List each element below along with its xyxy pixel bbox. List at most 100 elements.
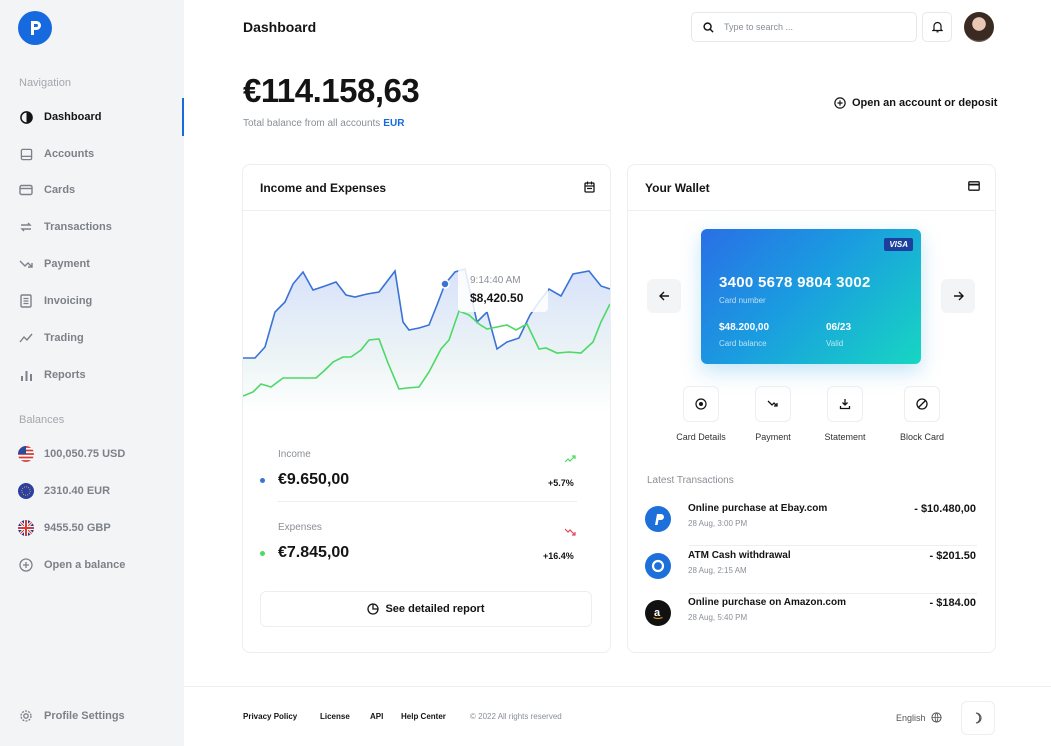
search-input[interactable]: Type to search ... [691,12,917,42]
open-balance-button[interactable]: Open a balance [0,550,184,580]
sidebar-item-reports[interactable]: Reports [0,360,184,390]
transaction-row[interactable]: a Online purchase on Amazon.com 28 Aug, … [645,597,977,641]
expenses-change: +16.4% [543,551,574,561]
privacy-policy-link[interactable]: Privacy Policy [243,712,297,721]
statement-button[interactable]: Statement [805,386,885,442]
income-expenses-chart [243,267,610,412]
balance-label: 100,050.75 USD [44,448,126,460]
payment-button[interactable]: Payment [733,386,813,442]
tooltip-value: $8,420.50 [470,291,524,305]
card-title: Your Wallet [645,180,710,195]
svg-text:a: a [654,607,661,619]
card-icon[interactable] [968,181,980,191]
see-detailed-report-button[interactable]: See detailed report [260,591,592,627]
open-account-label: Open an account or deposit [852,97,998,109]
balance-usd[interactable]: 100,050.75 USD [0,439,184,469]
sidebar-item-payment[interactable]: Payment [0,249,184,279]
sidebar-item-label: Accounts [44,148,95,160]
language-label: English [896,712,926,723]
arrow-left-icon [658,291,670,301]
api-link[interactable]: API [370,712,383,721]
sidebar-item-label: Dashboard [44,111,102,123]
expenses-value: €7.845,00 [278,544,350,561]
visa-logo: VISA [884,238,913,251]
invoice-icon [18,293,34,309]
tooltip-time: 9:14:40 AM [470,275,521,286]
action-label: Card Details [676,432,726,442]
balances-heading: Balances [19,414,65,426]
bell-icon [931,21,943,33]
balance-eur[interactable]: 2310.40 EUR [0,476,184,506]
card-title: Income and Expenses [260,180,387,195]
notifications-button[interactable] [922,12,952,42]
action-label: Payment [755,432,791,442]
transaction-row[interactable]: Online purchase at Ebay.com 28 Aug, 3:00… [645,503,977,547]
balance-label: 2310.40 EUR [44,485,111,497]
action-label: Block Card [899,432,944,442]
page-title: Dashboard [243,19,317,35]
footer-divider [184,686,1051,687]
accounts-icon [18,146,34,162]
bank-icon [645,553,671,579]
income-dot [260,478,265,483]
currency-selector[interactable]: EUR [383,118,404,129]
income-expenses-header: Income and Expenses [243,165,610,211]
target-icon [683,386,719,422]
transaction-date: 28 Aug, 3:00 PM [688,519,748,528]
reports-icon [18,367,34,383]
sidebar-item-accounts[interactable]: Accounts [0,139,184,169]
transaction-amount: - $184.00 [929,597,976,609]
language-selector[interactable]: English [896,712,942,723]
prev-card-button[interactable] [647,279,681,313]
sidebar-item-trading[interactable]: Trading [0,323,184,353]
help-center-link[interactable]: Help Center [401,712,446,721]
transaction-amount: - $10.480,00 [914,503,976,515]
card-valid-label: Valid [826,339,844,348]
logo-icon[interactable] [18,11,52,45]
calendar-icon[interactable] [584,181,595,193]
gear-icon [18,708,34,724]
profile-settings-button[interactable]: Profile Settings [0,701,184,731]
open-account-button[interactable]: Open an account or deposit [834,97,997,109]
credit-card[interactable]: VISA 3400 5678 9804 3002 Card number $48… [701,229,921,364]
wallet-header: Your Wallet [628,165,995,211]
sidebar-item-transactions[interactable]: Transactions [0,212,184,242]
next-card-button[interactable] [941,279,975,313]
theme-toggle-button[interactable] [961,701,995,735]
arrow-right-icon [953,291,964,301]
total-balance: €114.158,63 [243,72,420,109]
sidebar-item-cards[interactable]: Cards [0,175,184,205]
sidebar-item-label: Cards [44,184,76,196]
trading-icon [18,330,34,346]
block-card-button[interactable]: Block Card [882,386,962,442]
chart-area [243,269,610,412]
expenses-dot [260,551,265,556]
balance-gbp[interactable]: 9455.50 GBP [0,513,184,543]
transaction-amount: - $201.50 [929,550,976,562]
transaction-date: 28 Aug, 5:40 PM [688,613,748,622]
chart-point-marker [440,279,450,289]
uk-flag-icon [18,520,34,536]
income-label: Income [278,449,311,460]
avatar[interactable] [964,12,994,42]
total-balance-caption: Total balance from all accounts EUR [243,118,404,129]
card-balance-label: Card balance [719,339,767,348]
download-icon [827,386,863,422]
card-balance: $48.200,00 [719,322,770,333]
card-details-button[interactable]: Card Details [661,386,741,442]
card-number-label: Card number [719,296,766,305]
license-link[interactable]: License [320,712,350,721]
transaction-row[interactable]: ATM Cash withdrawal 28 Aug, 2:15 AM - $2… [645,550,977,594]
card-number: 3400 5678 9804 3002 [719,274,871,291]
sidebar-item-invoicing[interactable]: Invoicing [0,286,184,316]
sidebar-item-label: Payment [44,258,90,270]
block-icon [904,386,940,422]
sidebar-item-label: Transactions [44,221,112,233]
transaction-date: 28 Aug, 2:15 AM [688,566,747,575]
report-button-label: See detailed report [385,603,485,615]
sidebar: Navigation Dashboard Accounts Cards Tran… [0,0,184,746]
income-expenses-card: Income and Expenses [242,164,611,653]
sidebar-item-dashboard[interactable]: Dashboard [0,98,184,136]
card-valid: 06/23 [826,322,852,333]
expenses-label: Expenses [278,522,322,533]
